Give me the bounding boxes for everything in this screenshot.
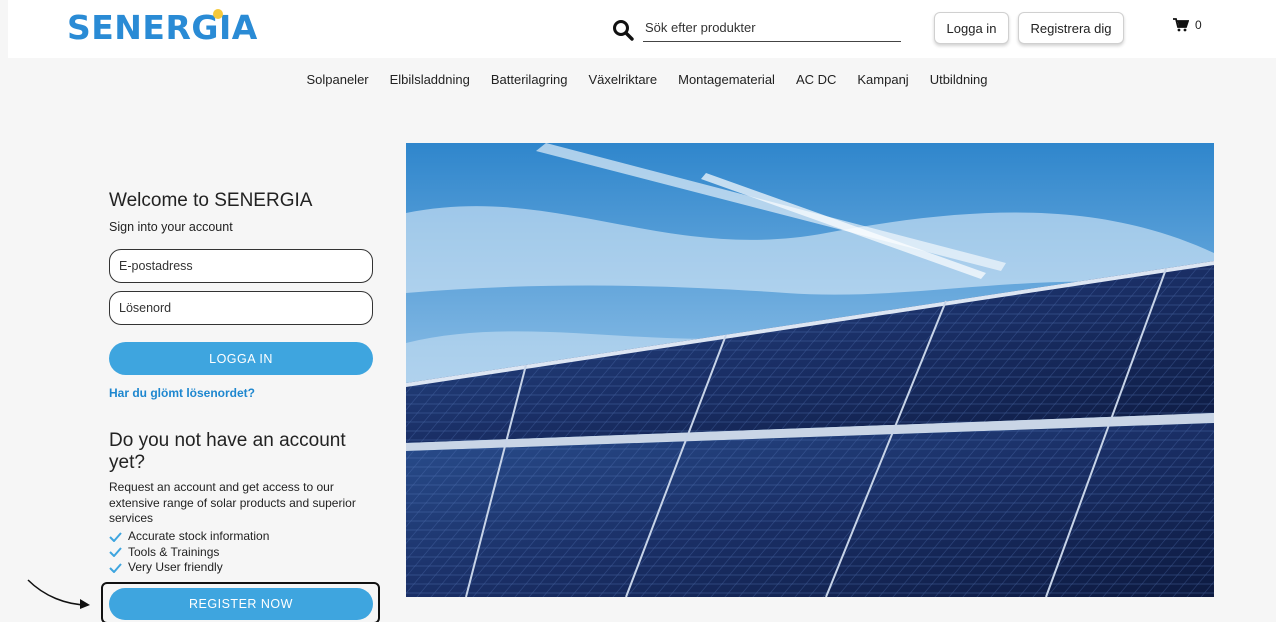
nav-item-kampanj[interactable]: Kampanj xyxy=(857,72,908,102)
nav-item-utbildning[interactable]: Utbildning xyxy=(930,72,988,102)
signin-panel: Welcome to SENERGIA Sign into your accou… xyxy=(109,190,373,574)
hero-solar-panels-image xyxy=(406,143,1214,597)
benefit-item: Very User friendly xyxy=(109,560,269,576)
nav-item-solpaneler[interactable]: Solpaneler xyxy=(306,72,368,102)
nav-item-ac-dc[interactable]: AC DC xyxy=(796,72,836,102)
cart[interactable]: 0 xyxy=(1173,18,1202,32)
signup-title: Do you not have an account yet? xyxy=(109,430,346,473)
email-field[interactable] xyxy=(109,249,373,283)
search-icon[interactable] xyxy=(612,19,634,41)
nav-item-elbilsladdning[interactable]: Elbilsladdning xyxy=(390,72,470,102)
nav-item-vaxelriktare[interactable]: Växelriktare xyxy=(588,72,657,102)
nav-item-batterilagring[interactable]: Batterilagring xyxy=(491,72,568,102)
register-now-button[interactable]: REGISTER NOW xyxy=(109,588,373,620)
arrow-icon xyxy=(27,579,90,609)
forgot-password-link[interactable]: Har du glömt lösenordet? xyxy=(109,386,255,400)
main-nav: Solpaneler Elbilsladdning Batterilagring… xyxy=(8,58,1276,102)
password-field[interactable] xyxy=(109,291,373,325)
benefit-label: Very User friendly xyxy=(128,560,223,574)
check-icon xyxy=(109,532,122,542)
signin-submit-button[interactable]: LOGGA IN xyxy=(109,342,373,375)
logo-sun-dot xyxy=(213,9,223,19)
nav-item-montagematerial[interactable]: Montagematerial xyxy=(678,72,775,102)
signup-description: Request an account and get access to our… xyxy=(109,480,356,525)
benefit-item: Accurate stock information xyxy=(109,529,269,545)
benefit-label: Tools & Trainings xyxy=(128,544,220,559)
cart-icon xyxy=(1173,18,1189,32)
register-button[interactable]: Registrera dig xyxy=(1018,12,1124,44)
check-icon xyxy=(109,547,122,558)
search-input[interactable] xyxy=(643,14,901,42)
logo[interactable]: SENERGIA xyxy=(67,8,258,47)
signin-title: Welcome to SENERGIA xyxy=(109,190,313,211)
benefit-item: Tools & Trainings xyxy=(109,545,269,561)
signin-subtitle: Sign into your account xyxy=(109,220,233,234)
cart-count: 0 xyxy=(1195,18,1202,32)
logo-text: SENERGIA xyxy=(67,8,258,47)
benefit-label: Accurate stock information xyxy=(128,529,270,543)
login-button[interactable]: Logga in xyxy=(934,12,1009,44)
check-icon xyxy=(109,563,122,573)
benefits-list: Accurate stock information Tools & Train… xyxy=(109,529,269,576)
